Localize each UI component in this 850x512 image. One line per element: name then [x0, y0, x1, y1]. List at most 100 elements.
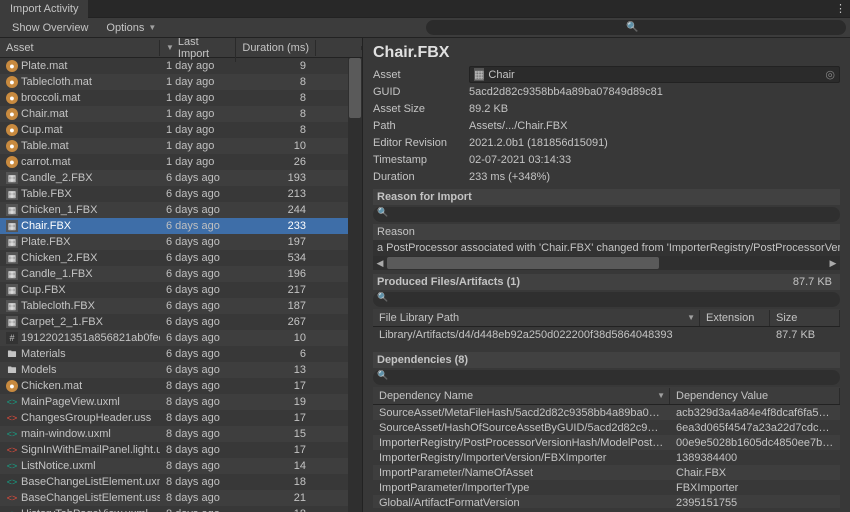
asset-list-row[interactable]: ▦Tablecloth.FBX6 days ago187 — [0, 298, 362, 314]
asset-list-row[interactable]: 🖿Models6 days ago13 — [0, 362, 362, 378]
asset-list-row[interactable]: ▦Chicken_2.FBX6 days ago534 — [0, 250, 362, 266]
asset-list-row[interactable]: ▦Table.FBX6 days ago213 — [0, 186, 362, 202]
asset-name: Chicken.mat — [21, 380, 82, 392]
options-dropdown[interactable]: Options ▼ — [98, 19, 164, 37]
dependency-row[interactable]: ImporterRegistry/ImporterVersion/FBXImpo… — [373, 450, 840, 465]
asset-name: Cup.FBX — [21, 284, 66, 296]
asset-list-rows[interactable]: ●Plate.mat1 day ago9●Tablecloth.mat1 day… — [0, 58, 362, 512]
dep-value: 6ea3d065f4547a23a22d7cdc07e04dbb — [670, 422, 840, 434]
asset-last-import: 6 days ago — [160, 268, 236, 280]
fbx-icon: ▦ — [6, 316, 18, 328]
asset-name: Plate.FBX — [21, 236, 71, 248]
asset-duration: 18 — [236, 508, 316, 512]
dep-name: ImporterRegistry/PostProcessorVersionHas… — [373, 437, 670, 449]
tab-import-activity[interactable]: Import Activity — [0, 0, 88, 18]
section-reason: Reason for Import — [373, 189, 840, 205]
asset-list-row[interactable]: ●carrot.mat 1 day ago26 — [0, 154, 362, 170]
asset-duration: 217 — [236, 284, 316, 296]
scroll-thumb[interactable] — [349, 58, 361, 118]
reason-search-input[interactable] — [373, 207, 840, 222]
kebab-menu-icon[interactable]: ⋮ — [835, 2, 846, 15]
asset-list-row[interactable]: ▦Chicken_1.FBX6 days ago244 — [0, 202, 362, 218]
asset-list-row[interactable]: ▦Candle_1.FBX6 days ago196 — [0, 266, 362, 282]
asset-list-row[interactable]: <>ChangesGroupHeader.uss8 days ago17 — [0, 410, 362, 426]
asset-list-row[interactable]: ●Table.mat1 day ago10 — [0, 138, 362, 154]
col-spacer — [316, 46, 362, 50]
asset-list-row[interactable]: ●Tablecloth.mat1 day ago8 — [0, 74, 362, 90]
asset-list-row[interactable]: ▦Carpet_2_1.FBX6 days ago267 — [0, 314, 362, 330]
artifact-size: 87.7 KB — [770, 329, 840, 341]
mat-icon: ● — [6, 108, 18, 120]
col-asset[interactable]: Asset — [0, 40, 160, 56]
asset-duration: 13 — [236, 364, 316, 376]
asset-list-row[interactable]: #19122021351a856821ab0fec586 days ago10 — [0, 330, 362, 346]
asset-list-row[interactable]: ●broccoli.mat1 day ago8 — [0, 90, 362, 106]
mat-icon: ● — [6, 156, 18, 168]
dependency-row[interactable]: SourceAsset/HashOfSourceAssetByGUID/5acd… — [373, 420, 840, 435]
asset-list-row[interactable]: <>ListNotice.uxml8 days ago14 — [0, 458, 362, 474]
uxml-icon: <> — [6, 476, 18, 488]
asset-list-row[interactable]: <>BaseChangeListElement.uxml8 days ago18 — [0, 474, 362, 490]
scroll-track[interactable] — [387, 256, 826, 270]
asset-last-import: 1 day ago — [160, 156, 236, 168]
dependency-row[interactable]: ImportParameter/NameOfAssetChair.FBX — [373, 465, 840, 480]
asset-duration: 267 — [236, 316, 316, 328]
dependencies-search-input[interactable] — [373, 370, 840, 385]
asset-list-row[interactable]: ●Chicken.mat8 days ago17 — [0, 378, 362, 394]
dep-col-value[interactable]: Dependency Value — [670, 388, 840, 404]
artifacts-col-size[interactable]: Size — [770, 310, 840, 326]
scroll-right-icon[interactable]: ▶ — [826, 258, 840, 269]
col-duration[interactable]: Duration (ms) — [236, 40, 316, 56]
dependencies-rows: SourceAsset/MetaFileHash/5acd2d82c9358bb… — [373, 405, 840, 508]
asset-list-row[interactable]: <>SignInWithEmailPanel.light.uss8 days a… — [0, 442, 362, 458]
asset-list-row[interactable]: <>HistoryTabPageView.uxml8 days ago18 — [0, 506, 362, 512]
dependency-row[interactable]: ImporterRegistry/PostProcessorVersionHas… — [373, 435, 840, 450]
uss-icon: <> — [6, 492, 18, 504]
toolbar-search-input[interactable] — [426, 20, 846, 35]
asset-list-row[interactable]: <>main-window.uxml8 days ago15 — [0, 426, 362, 442]
asset-list-row[interactable]: 🖿Materials6 days ago6 — [0, 346, 362, 362]
kv-timestamp-label: Timestamp — [373, 154, 469, 166]
asset-name: 19122021351a856821ab0fec58 — [21, 332, 160, 344]
asset-list-row[interactable]: ●Cup.mat1 day ago8 — [0, 122, 362, 138]
asset-name: ListNotice.uxml — [21, 460, 96, 472]
asset-name: carrot.mat — [21, 156, 71, 168]
asset-last-import: 6 days ago — [160, 188, 236, 200]
asset-name: Chicken_1.FBX — [21, 204, 97, 216]
asset-last-import: 8 days ago — [160, 460, 236, 472]
artifact-row[interactable]: Library/Artifacts/d4/d448eb92a250d022200… — [373, 327, 840, 342]
kv-guid-value: 5acd2d82c9358bb4a89ba07849d89c81 — [469, 86, 663, 98]
asset-duration: 26 — [236, 156, 316, 168]
asset-list-scrollbar[interactable] — [348, 58, 362, 512]
mat-icon: ● — [6, 92, 18, 104]
asset-list-row[interactable]: <>BaseChangeListElement.uss8 days ago21 — [0, 490, 362, 506]
asset-duration: 21 — [236, 492, 316, 504]
dep-name: Global/ArtifactFormatVersion — [373, 497, 670, 509]
asset-list-row[interactable]: ▦Cup.FBX6 days ago217 — [0, 282, 362, 298]
kv-editorrev-value: 2021.2.0b1 (181856d15091) — [469, 137, 608, 149]
asset-list-row[interactable]: ●Plate.mat1 day ago9 — [0, 58, 362, 74]
asset-last-import: 1 day ago — [160, 76, 236, 88]
artifacts-col-file[interactable]: File Library Path ▼ — [373, 310, 700, 326]
uxml-icon: <> — [6, 396, 18, 408]
dependency-row[interactable]: ImportParameter/ImporterTypeFBXImporter — [373, 480, 840, 495]
asset-list-row[interactable]: ▦Plate.FBX6 days ago197 — [0, 234, 362, 250]
artifacts-search-input[interactable] — [373, 292, 840, 307]
artifacts-col-ext[interactable]: Extension — [700, 310, 770, 326]
asset-object-field[interactable]: ▦ Chair ◎ — [469, 66, 840, 83]
object-picker-icon[interactable]: ◎ — [825, 68, 835, 81]
dependency-row[interactable]: Global/ArtifactFormatVersion2395151755 — [373, 495, 840, 508]
asset-duration: 17 — [236, 444, 316, 456]
asset-list-row[interactable]: ●Chair.mat1 day ago8 — [0, 106, 362, 122]
dep-col-name[interactable]: Dependency Name ▼ — [373, 388, 670, 404]
fbx-icon: ▦ — [6, 268, 18, 280]
scroll-left-icon[interactable]: ◀ — [373, 258, 387, 269]
dependency-row[interactable]: SourceAsset/MetaFileHash/5acd2d82c9358bb… — [373, 405, 840, 420]
asset-list-row[interactable]: ▦Chair.FBX6 days ago233 — [0, 218, 362, 234]
show-overview-button[interactable]: Show Overview — [4, 19, 96, 37]
asset-list-row[interactable]: <>MainPageView.uxml8 days ago19 — [0, 394, 362, 410]
scroll-thumb[interactable] — [387, 257, 659, 269]
asset-list-row[interactable]: ▦Candle_2.FBX6 days ago193 — [0, 170, 362, 186]
asset-name: Table.mat — [21, 140, 69, 152]
reason-hscrollbar[interactable]: ◀ ▶ — [373, 256, 840, 270]
